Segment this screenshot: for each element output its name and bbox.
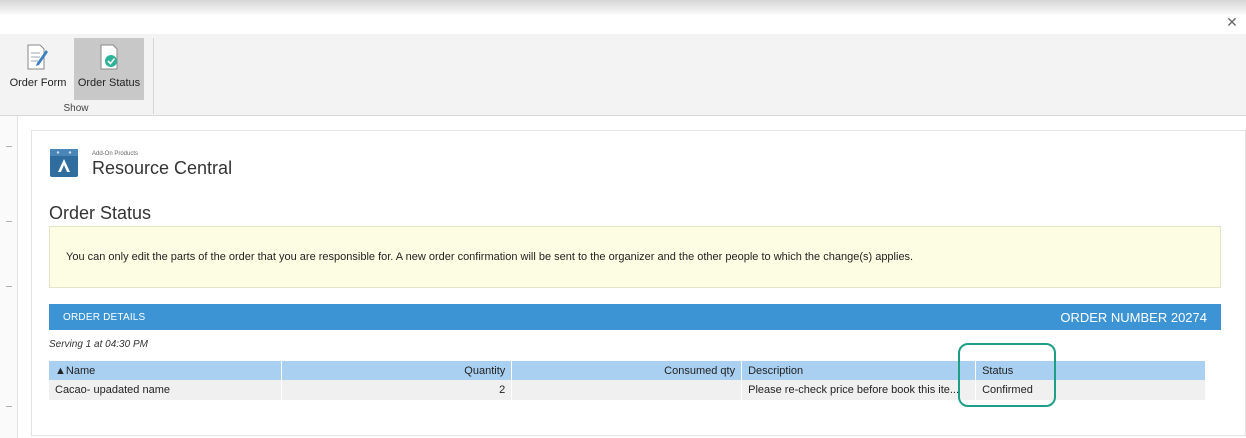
column-header-name[interactable]: ▲Name: [49, 361, 283, 380]
brand-title: Resource Central: [92, 158, 233, 178]
order-status-button[interactable]: Order Status: [74, 38, 144, 100]
order-details-bar: ORDER DETAILS ORDER NUMBER 20274: [49, 304, 1221, 330]
order-status-panel: Add-On Products Resource Central Order S…: [31, 130, 1246, 436]
order-form-label: Order Form: [9, 77, 67, 89]
logo-mark-icon: [50, 149, 78, 172]
order-items-table: ▲Name Quantity Consumed qty Description …: [49, 361, 1206, 400]
column-header-quantity[interactable]: Quantity: [281, 361, 513, 380]
cell-status[interactable]: Confirmed: [975, 380, 1206, 400]
table-row[interactable]: Cacao- upadated name 2 Please re-check p…: [49, 380, 1206, 400]
ribbon-group-show: Order Form Order Status Show: [8, 38, 154, 114]
order-status-label: Order Status: [77, 77, 141, 89]
order-details-label: ORDER DETAILS: [63, 312, 146, 323]
order-form-button[interactable]: Order Form: [8, 38, 68, 100]
left-rail: [0, 116, 18, 438]
window-top-shadow: [0, 0, 1246, 14]
notice-box: You can only edit the parts of the order…: [49, 226, 1221, 288]
rail-tick: [6, 221, 12, 222]
cell-description: Please re-check price before book this i…: [741, 380, 977, 400]
order-status-icon: [100, 44, 118, 70]
ribbon-group-label: Show: [63, 103, 89, 114]
close-icon[interactable]: ✕: [1224, 14, 1240, 30]
table-header-row: ▲Name Quantity Consumed qty Description …: [49, 361, 1206, 380]
order-form-icon: [27, 44, 48, 70]
order-window: ✕ Order Form Order Status Show Add-On Pr…: [0, 0, 1246, 438]
ribbon: Order Form Order Status Show: [0, 34, 1246, 116]
cell-quantity[interactable]: 2: [281, 380, 513, 400]
column-header-consumed-qty[interactable]: Consumed qty: [511, 361, 743, 380]
order-number: ORDER NUMBER 20274: [1060, 310, 1207, 325]
rail-tick: [6, 286, 12, 287]
page-title: Order Status: [49, 203, 152, 223]
column-header-status[interactable]: Status: [975, 361, 1206, 380]
column-header-description[interactable]: Description: [741, 361, 977, 380]
cell-consumed-qty[interactable]: [511, 380, 743, 400]
brand-subtitle: Add-On Products: [92, 151, 139, 157]
cell-name: Cacao- upadated name: [49, 380, 283, 400]
resource-central-logo-icon: [50, 149, 78, 177]
rail-tick: [6, 146, 12, 147]
serving-info: Serving 1 at 04:30 PM: [49, 339, 148, 350]
rail-tick: [6, 406, 12, 407]
notice-text: You can only edit the parts of the order…: [66, 251, 914, 263]
